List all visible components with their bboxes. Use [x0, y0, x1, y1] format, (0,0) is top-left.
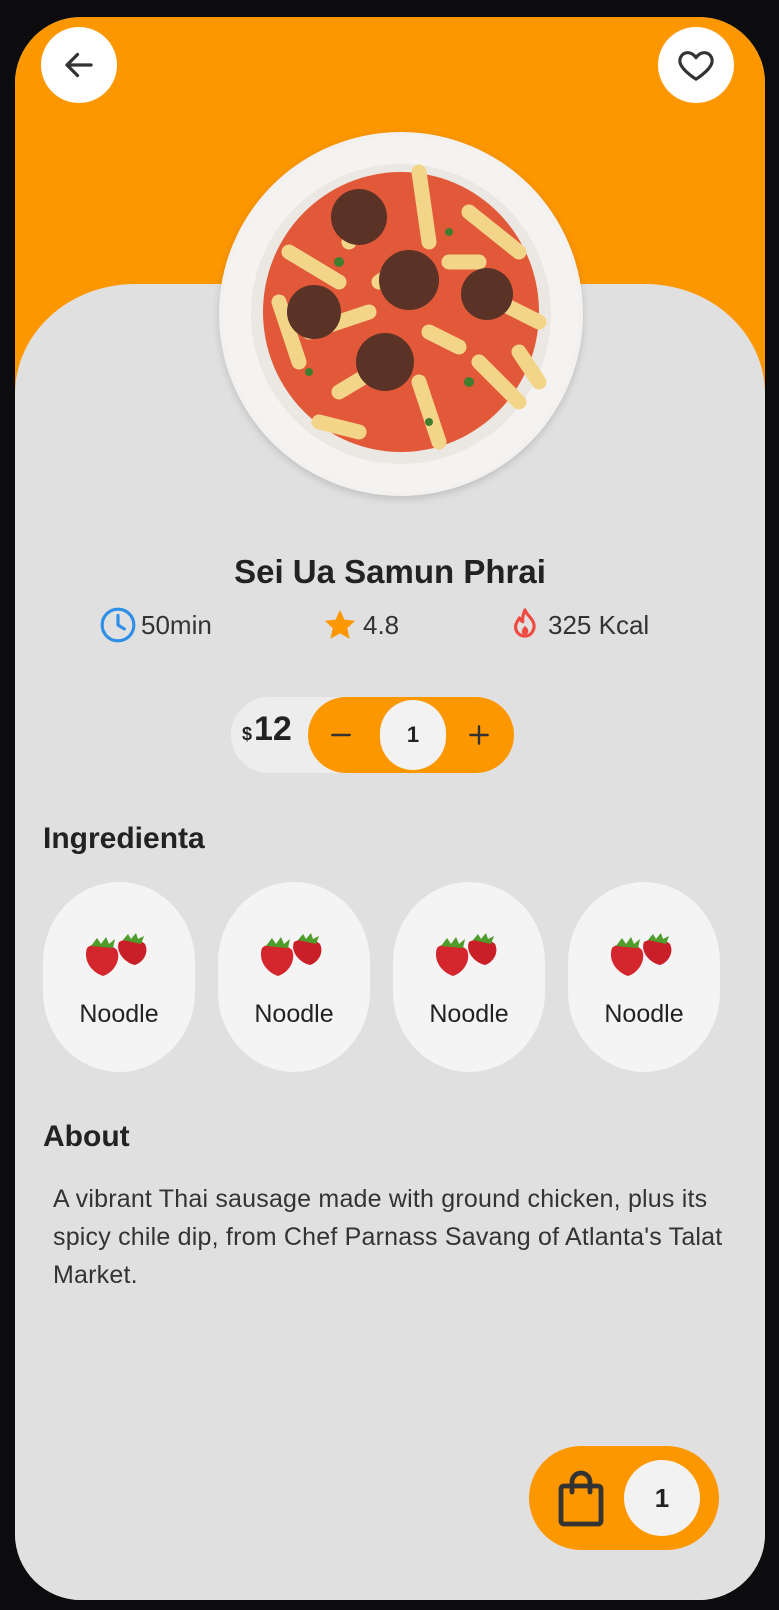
strawberry-icon: [85, 933, 147, 976]
flame-icon: [505, 605, 545, 645]
about-title: About: [43, 1120, 130, 1153]
ingredient-label: Noodle: [429, 1000, 509, 1028]
calories-value: 325 Kcal: [548, 609, 650, 640]
about-text: A vibrant Thai sausage made with ground …: [53, 1185, 723, 1289]
star-icon: [320, 605, 360, 645]
heart-outline-icon: [678, 51, 714, 81]
strawberry-icon: [435, 933, 497, 976]
quantity-value: 1: [380, 700, 446, 770]
cart-count-badge: 1: [624, 1460, 700, 1536]
screen: Sei Ua Samun Phrai: [15, 17, 765, 1600]
dish-name: Sei Ua Samun Phrai: [234, 553, 546, 590]
cook-time: 50min: [98, 605, 212, 645]
ingredient-label: Noodle: [79, 1000, 159, 1028]
cook-time-value: 50min: [141, 609, 212, 640]
rating: 4.8: [320, 605, 399, 645]
strawberry-icon: [260, 933, 322, 976]
pasta-plate-illustration: [223, 136, 579, 492]
clock-icon: [98, 605, 138, 645]
ingredients-list: Noodle Noodle Noodle Noodle: [27, 882, 721, 1074]
ingredients-title: Ingredienta: [43, 822, 205, 855]
minus-icon: [331, 733, 351, 737]
price-currency: $: [242, 724, 253, 744]
ingredient-label: Noodle: [254, 1000, 334, 1028]
ingredient-card[interactable]: Noodle: [393, 882, 545, 1072]
back-button[interactable]: [41, 27, 117, 103]
plus-icon: [469, 725, 489, 745]
ingredient-label: Noodle: [604, 1000, 684, 1028]
calories: 325 Kcal: [505, 605, 649, 645]
ingredient-card[interactable]: Noodle: [218, 882, 370, 1072]
decrease-quantity-button[interactable]: [318, 712, 364, 758]
price-amount: 12: [254, 710, 292, 748]
arrow-left-icon: [65, 52, 93, 78]
ingredient-card[interactable]: Noodle: [43, 882, 195, 1072]
price: $ 12: [242, 710, 292, 760]
strawberry-icon: [610, 933, 672, 976]
increase-quantity-button[interactable]: [456, 712, 502, 758]
dish-image: [219, 132, 583, 496]
favorite-button[interactable]: [658, 27, 734, 103]
shopping-bag-icon[interactable]: [553, 1468, 609, 1528]
rating-value: 4.8: [363, 609, 400, 640]
ingredient-card[interactable]: Noodle: [568, 882, 720, 1072]
